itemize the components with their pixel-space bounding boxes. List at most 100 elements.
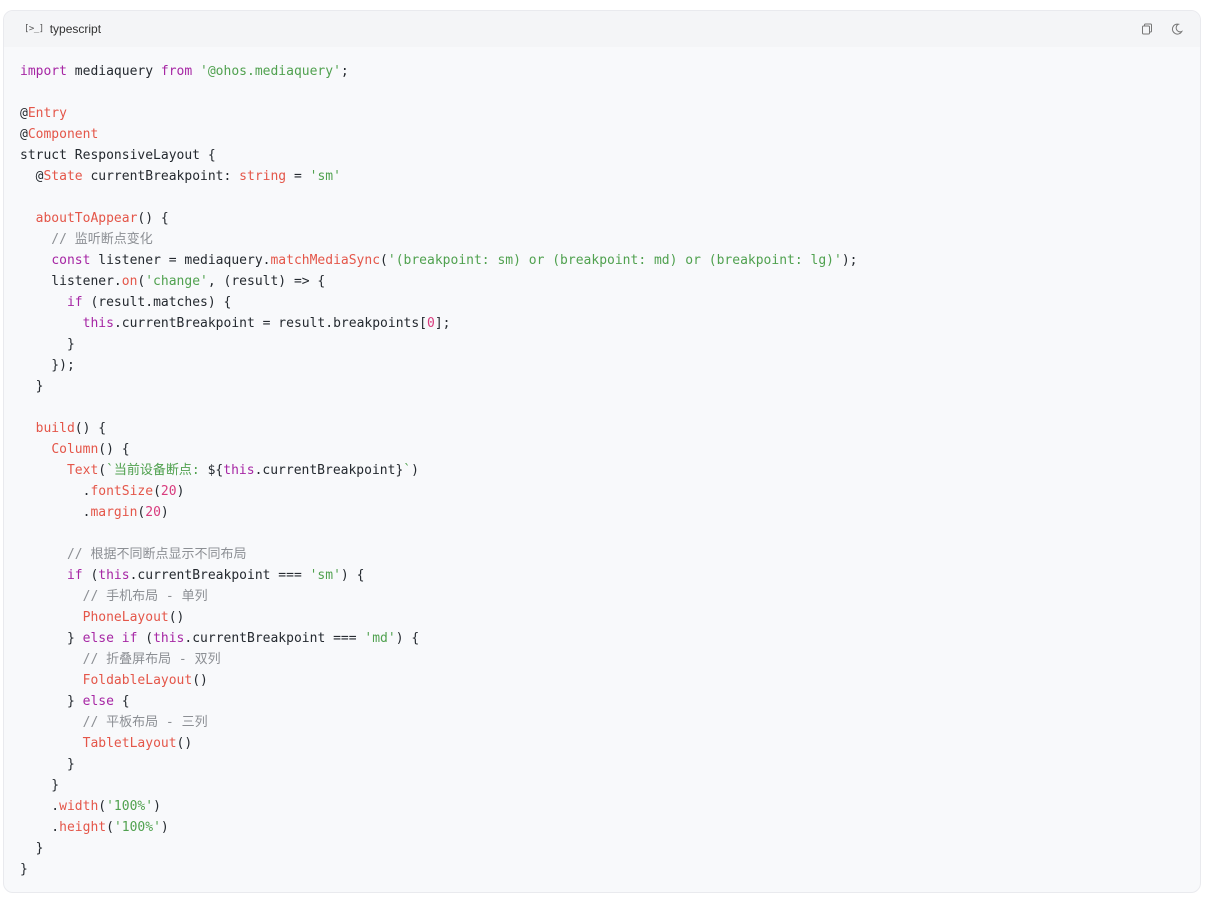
code-token: '100%'	[113, 820, 161, 835]
code-token: // 手机布局 - 单列	[20, 589, 208, 604]
code-token: '@ohos.mediaquery'	[200, 64, 341, 79]
code-token: }	[20, 862, 28, 877]
code-token: on	[121, 274, 138, 289]
code-line: if (this.currentBreakpoint === 'sm') {	[20, 565, 1200, 586]
code-line: .height('100%')	[20, 817, 1200, 838]
code-token: 'sm'	[309, 568, 341, 583]
code-token: });	[20, 358, 75, 373]
code-token: )	[160, 820, 169, 835]
code-line: @Entry	[20, 103, 1200, 124]
code-token: .	[20, 799, 60, 814]
theme-toggle-icon[interactable]	[1170, 22, 1184, 36]
code-token: Component	[27, 127, 99, 142]
code-line: build() {	[20, 418, 1200, 439]
code-token: mediaquery	[66, 64, 161, 79]
code-token: fontSize	[90, 484, 154, 499]
code-token: '100%'	[106, 799, 154, 814]
code-token: }	[20, 757, 75, 772]
code-line: }	[20, 859, 1200, 880]
code-token: width	[59, 799, 99, 814]
code-token: 'sm'	[309, 169, 341, 184]
code-token: PhoneLayout	[82, 610, 169, 625]
code-line: PhoneLayout()	[20, 607, 1200, 628]
code-line: FoldableLayout()	[20, 670, 1200, 691]
terminal-icon: [>_]	[24, 24, 44, 34]
code-token: );	[841, 253, 858, 268]
code-line: listener.on('change', (result) => {	[20, 271, 1200, 292]
code-token: 0	[427, 316, 435, 331]
code-token: (	[82, 568, 99, 583]
code-line: struct ResponsiveLayout {	[20, 145, 1200, 166]
code-token: () {	[98, 442, 130, 457]
code-token: (	[98, 463, 107, 478]
code-token: ()	[192, 673, 208, 688]
code-token: matchMediaSync	[270, 253, 381, 268]
code-token: .currentBreakpoint = result.breakpoints[	[113, 316, 428, 331]
code-token: FoldableLayout	[82, 673, 193, 688]
code-token: height	[59, 820, 107, 835]
code-token: .	[20, 820, 60, 835]
code-line: } else if (this.currentBreakpoint === 'm…	[20, 628, 1200, 649]
code-token: ${	[207, 463, 224, 478]
code-token: if	[66, 295, 83, 310]
code-token: .	[20, 505, 91, 520]
code-token: }	[20, 337, 75, 352]
code-token: // 监听断点变化	[20, 232, 153, 247]
code-block-header: [>_] typescript	[4, 11, 1200, 47]
code-token: this	[82, 316, 114, 331]
code-line: }	[20, 334, 1200, 355]
code-token: )	[153, 799, 161, 814]
code-token: (	[380, 253, 388, 268]
code-actions	[1140, 11, 1184, 47]
code-line: @Component	[20, 124, 1200, 145]
code-token: `	[403, 463, 412, 478]
code-line: Column() {	[20, 439, 1200, 460]
code-token: Entry	[27, 106, 67, 121]
code-token: .currentBreakpoint ===	[129, 568, 310, 583]
code-token: this	[223, 463, 255, 478]
code-token: @	[20, 106, 28, 121]
code-token: this	[153, 631, 185, 646]
code-token: ) {	[395, 631, 420, 646]
code-token: from	[160, 64, 193, 79]
code-token: 20	[145, 505, 161, 520]
code-token: (result.matches) {	[82, 295, 232, 310]
code-token: .currentBreakpoint ===	[184, 631, 365, 646]
code-line: // 平板布局 - 三列	[20, 712, 1200, 733]
code-token: `当前设备断点:	[106, 463, 208, 478]
code-token: }	[20, 631, 83, 646]
code-content: import mediaquery from '@ohos.mediaquery…	[4, 47, 1200, 880]
code-token: .currentBreakpoint}	[254, 463, 404, 478]
code-token: 20	[160, 484, 177, 499]
code-token: // 折叠屏布局 - 双列	[20, 652, 221, 667]
code-token: ()	[176, 736, 193, 751]
code-token: (	[106, 820, 114, 835]
code-token: ];	[434, 316, 451, 331]
code-token: () {	[137, 211, 169, 226]
code-token: )	[176, 484, 185, 499]
copy-icon[interactable]	[1140, 22, 1154, 36]
code-line: }	[20, 838, 1200, 859]
code-token: string	[239, 169, 287, 184]
code-token: TabletLayout	[82, 736, 177, 751]
code-line: // 监听断点变化	[20, 229, 1200, 250]
code-token: ) {	[340, 568, 365, 583]
language-label: typescript	[49, 22, 102, 36]
code-token: struct ResponsiveLayout {	[20, 148, 216, 163]
code-line: const listener = mediaquery.matchMediaSy…	[20, 250, 1200, 271]
code-line: this.currentBreakpoint = result.breakpoi…	[20, 313, 1200, 334]
code-line: .margin(20)	[20, 502, 1200, 523]
code-line: aboutToAppear() {	[20, 208, 1200, 229]
